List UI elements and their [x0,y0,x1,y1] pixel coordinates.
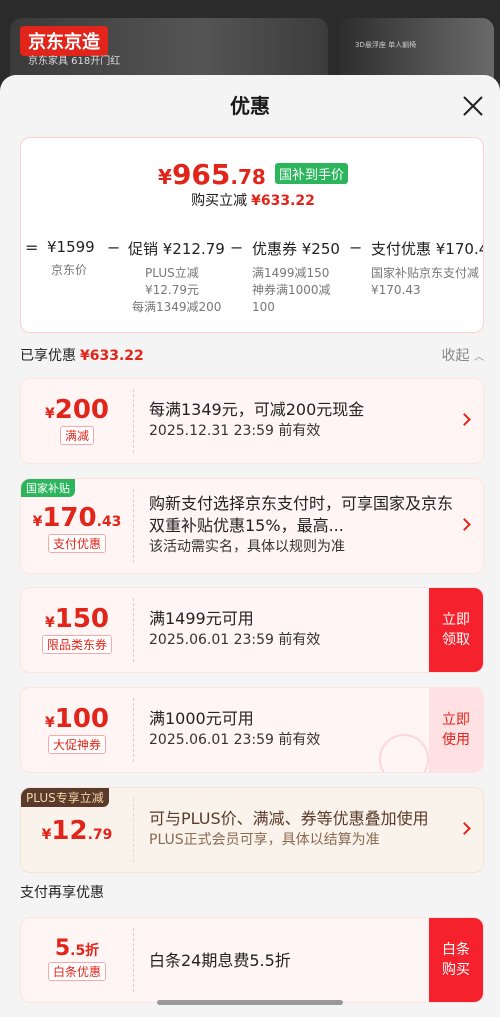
baitiao-amount: 5.5折 [54,936,100,961]
coupon-type-chip: 支付优惠 [47,534,106,553]
sheet-title: 优惠 [230,94,270,118]
breakdown-item: 优惠券 ¥250 满1499减150 神券满1000减 100 [252,240,340,314]
coupon-card-gov-subsidy[interactable]: 国家补贴 ¥170.43 支付优惠 购新支付选择京东支付时，可享国家及京东双重补… [20,478,484,574]
plus-condition: PLUS正式会员可享，具体以结算为准 [149,832,380,848]
price-summary-card: ¥965.78 国补到手价 购买立减 ¥633.22 = ¥1599 京东价 − … [20,137,484,333]
plus-amount: ¥12.79 [41,816,113,846]
banner-caption: 京东家具 618开门红 [28,56,121,67]
baitiao-description: 白条24期息费5.5折 [149,951,291,970]
coupon-type-chip: 限品类东券 [41,635,112,654]
final-price-row: ¥965.78 国补到手价 [21,158,483,191]
coupon-description: 每满1349元，可减200元现金 [149,400,365,419]
enjoyed-discount-row: 已享优惠 ¥633.22 收起 ︿ [20,345,484,365]
chevron-right-icon [458,413,471,426]
baitiao-buy-button[interactable]: 白条 购买 [429,918,483,1002]
coupon-description: 购新支付选择京东支付时，可享国家及京东双重补贴优惠15%，最高... [149,494,454,535]
enjoyed-amount: ¥633.22 [80,348,144,364]
pay-discount-section-title: 支付再享优惠 [20,885,104,901]
chevron-up-icon: ︿ [474,352,484,363]
coupon-validity: 2025.06.01 23:59 前有效 [149,632,321,648]
buy-reduction-amount: ¥633.22 [251,193,315,209]
chevron-right-icon [458,518,471,531]
coupon-type-chip: 满减 [59,426,94,445]
coupon-amount: ¥100 [44,704,110,734]
price-breakdown: = ¥1599 京东价 − 促销 ¥212.79 PLUS立减 ¥12.79元 … [21,238,483,328]
close-icon[interactable] [460,93,486,119]
coupon-amount: ¥200 [44,395,110,425]
breakdown-item: 支付优惠 ¥170.43 国家补贴京东支付减 ¥170.43 [371,240,483,297]
gov-subsidy-tag: 国补到手价 [274,163,348,184]
coupon-type-chip: 大促神券 [47,735,106,754]
final-price: ¥965.78 [158,158,266,191]
coupon-card-category[interactable]: ¥150 限品类东券 满1499元可用 2025.06.01 23:59 前有效… [20,587,484,673]
plus-discount-card[interactable]: PLUS专享立减 ¥12.79 可与PLUS价、满减、券等优惠叠加使用 PLUS… [20,787,484,873]
coupon-card-promo[interactable]: ¥100 大促神券 满1000元可用 2025.06.01 23:59 前有效 … [20,687,484,773]
minus-sign: − [230,238,244,257]
minus-sign: − [107,238,121,257]
coupon-validity: 2025.12.31 23:59 前有效 [149,423,321,439]
buy-reduction-row: 购买立减 ¥633.22 [21,190,483,210]
discount-sheet: 优惠 ¥965.78 国补到手价 购买立减 ¥633.22 = ¥1599 京东价… [0,75,500,1017]
brand-logo: 京东京造 [20,26,108,56]
banner-caption-2: 3D悬浮座 单人躺椅 [355,41,417,49]
breakdown-item: ¥1599 京东价 [47,238,95,277]
coupon-amount: ¥150 [44,604,110,634]
breakdown-item: 促销 ¥212.79 PLUS立减 ¥12.79元 每满1349减200 [128,240,225,314]
baitiao-discount-card[interactable]: 5.5折 白条优惠 白条24期息费5.5折 白条 购买 [20,917,484,1003]
collapse-button[interactable]: 收起 ︿ [442,345,484,365]
coupon-description: 满1000元可用 [149,709,254,728]
coupon-description: 满1499元可用 [149,609,254,628]
sheet-header: 优惠 [0,75,500,135]
enjoyed-label: 已享优惠 [20,348,76,364]
chevron-right-icon [458,822,471,835]
home-indicator[interactable] [157,1000,343,1005]
baitiao-chip: 白条优惠 [47,962,106,981]
plus-description: 可与PLUS价、满减、券等优惠叠加使用 [149,809,429,828]
equals-sign: = [25,238,39,257]
claim-coupon-button[interactable]: 立即 领取 [429,588,483,672]
minus-sign: − [349,238,363,257]
coupon-validity: 该活动需实名，具体以规则为准 [149,539,345,555]
coupon-card-full-reduction[interactable]: ¥200 满减 每满1349元，可减200元现金 2025.12.31 23:5… [20,378,484,464]
coupon-amount: ¥170.43 [32,503,122,533]
use-coupon-button[interactable]: 立即 使用 [429,688,483,772]
buy-reduction-label: 购买立减 [191,193,248,209]
